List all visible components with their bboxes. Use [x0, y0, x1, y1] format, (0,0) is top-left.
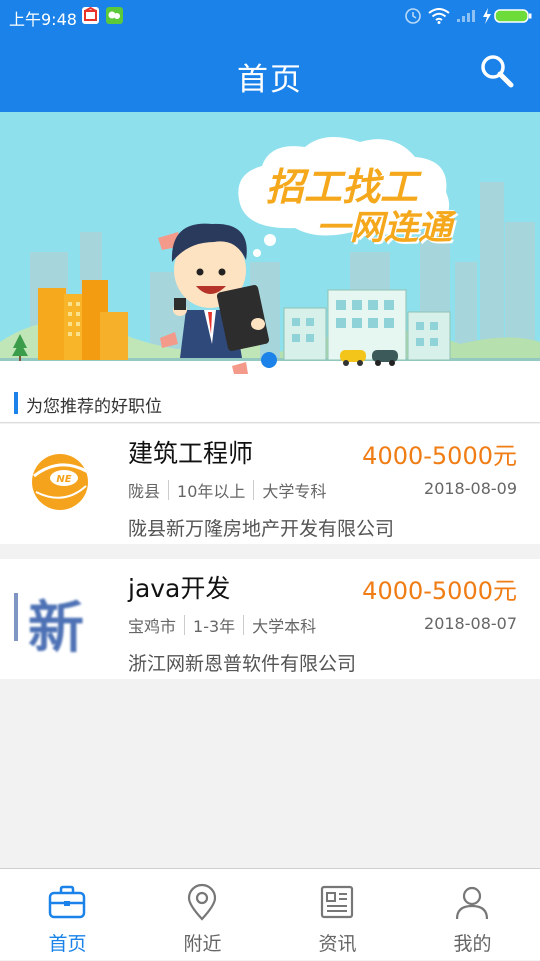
job-location: 陇县	[128, 482, 161, 501]
status-time: 上午9:48	[9, 10, 77, 29]
nav-label: 首页	[48, 933, 87, 955]
recommended-section-header: 为您推荐的好职位	[0, 374, 540, 423]
job-education: 大学专科	[262, 482, 327, 501]
job-experience: 1-3年	[193, 617, 236, 636]
location-pin-icon	[187, 883, 217, 921]
briefcase-icon	[48, 885, 86, 919]
charging-icon	[483, 8, 491, 24]
job-experience: 10年以上	[177, 482, 246, 501]
wifi-icon	[428, 8, 450, 24]
job-company: 陇县新万隆房地产开发有限公司	[128, 518, 395, 540]
job-company: 浙江网新恩普软件有限公司	[128, 653, 357, 675]
job-card[interactable]: 新 java开发 4000-5000元 宝鸡市 1-3年 大学本科 2018-0…	[0, 559, 540, 679]
page-title: 首页	[237, 62, 303, 98]
job-education: 大学本科	[252, 617, 317, 636]
job-title: java开发	[128, 574, 231, 603]
wechat-notification-icon	[106, 7, 123, 24]
user-icon	[455, 886, 489, 920]
section-title: 为您推荐的好职位	[26, 397, 162, 417]
bottom-nav: 首页 附近 资讯 我的	[0, 868, 540, 960]
job-title: 建筑工程师	[128, 439, 254, 468]
company-logo-text: 新	[28, 596, 84, 661]
job-date: 2018-08-07	[424, 614, 517, 633]
alarm-icon	[405, 8, 421, 24]
promo-banner[interactable]: 招工找工 一网连通	[0, 112, 540, 374]
job-meta: 陇县 10年以上 大学专科	[128, 478, 326, 502]
nav-profile[interactable]: 我的	[405, 869, 540, 961]
app-header: 首页	[0, 32, 540, 112]
nav-nearby[interactable]: 附近	[135, 869, 270, 961]
section-accent-bar	[14, 392, 18, 414]
svg-text:NE: NE	[56, 474, 71, 485]
status-bar: 上午9:48	[0, 0, 540, 32]
search-icon	[481, 55, 514, 88]
divider	[243, 615, 245, 635]
job-salary: 4000-5000元	[362, 577, 517, 605]
nav-label: 资讯	[318, 933, 357, 955]
job-salary: 4000-5000元	[362, 442, 517, 470]
carousel-indicator[interactable]	[261, 352, 277, 368]
nav-news[interactable]: 资讯	[270, 869, 405, 961]
nav-home[interactable]: 首页	[0, 869, 135, 961]
nav-label: 我的	[453, 933, 492, 955]
job-card[interactable]: NE 建筑工程师 4000-5000元 陇县 10年以上 大学专科 2018-0…	[0, 424, 540, 544]
news-icon	[320, 885, 354, 919]
company-logo: 新	[14, 571, 106, 663]
nav-label: 附近	[183, 933, 222, 955]
company-logo: NE	[14, 436, 106, 528]
app-notification-icon	[82, 6, 99, 24]
battery-icon	[494, 9, 532, 23]
job-date: 2018-08-09	[424, 479, 517, 498]
job-meta: 宝鸡市 1-3年 大学本科	[128, 613, 316, 637]
divider	[168, 480, 170, 500]
divider	[184, 615, 186, 635]
job-location: 宝鸡市	[128, 617, 177, 636]
search-button[interactable]	[478, 52, 518, 92]
divider	[253, 480, 255, 500]
banner-headline-2: 一网连通	[316, 208, 452, 248]
signal-icon	[457, 10, 475, 22]
